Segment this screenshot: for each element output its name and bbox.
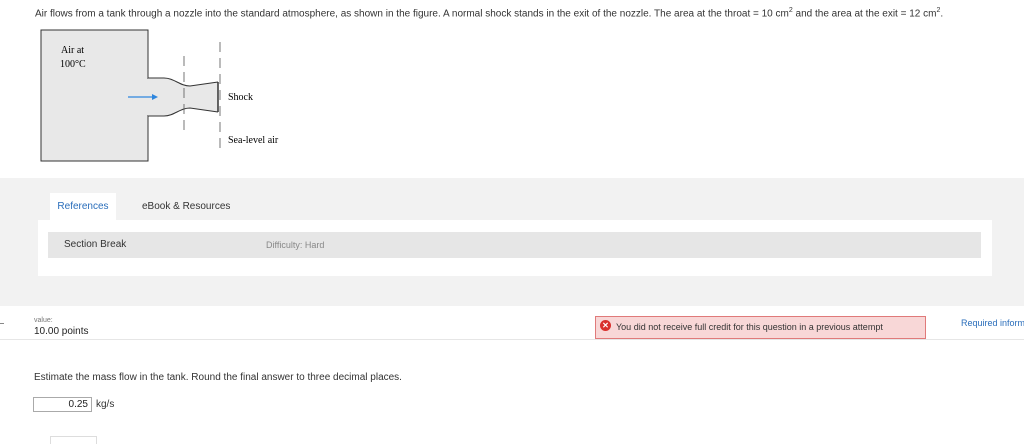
- section-break-bar: Section Break Difficulty: Hard: [48, 232, 981, 258]
- tab-ebook-resources[interactable]: eBook & Resources: [132, 193, 240, 221]
- divider: [0, 339, 1024, 340]
- tank-label-line2: 100°C: [60, 59, 86, 70]
- difficulty-label: Difficulty: Hard: [266, 240, 325, 250]
- credit-notice-text: You did not receive full credit for this…: [616, 322, 883, 332]
- shock-label: Shock: [228, 92, 253, 103]
- question-prompt: Estimate the mass flow in the tank. Roun…: [34, 372, 402, 383]
- tank-shape: [40, 29, 149, 162]
- answer-input[interactable]: [33, 397, 92, 412]
- nozzle-figure: Air at 100°C Shock Sea-level air: [40, 28, 300, 164]
- value-caption: value:: [34, 317, 53, 324]
- question-text: Air flows from a tank through a nozzle i…: [35, 7, 944, 20]
- points-value: 10.00 points: [34, 326, 89, 337]
- required-information-link[interactable]: Required information: [961, 318, 1024, 328]
- next-control[interactable]: [50, 436, 97, 444]
- x-circle-icon: ✕: [600, 320, 611, 331]
- question-meta-row: value: 10.00 points ✕ You did not receiv…: [0, 308, 1024, 340]
- unit-label: kg/s: [96, 399, 115, 410]
- section-break-label: Section Break: [64, 239, 127, 250]
- tank-label-line1: Air at: [61, 45, 84, 56]
- tab-references[interactable]: References: [50, 193, 116, 221]
- credit-notice-banner: ✕ You did not receive full credit for th…: [595, 316, 926, 339]
- section-panel: Section Break Difficulty: Hard: [38, 220, 992, 276]
- resources-panel: References eBook & Resources Section Bre…: [0, 178, 1024, 306]
- outlet-label: Sea-level air: [228, 135, 279, 146]
